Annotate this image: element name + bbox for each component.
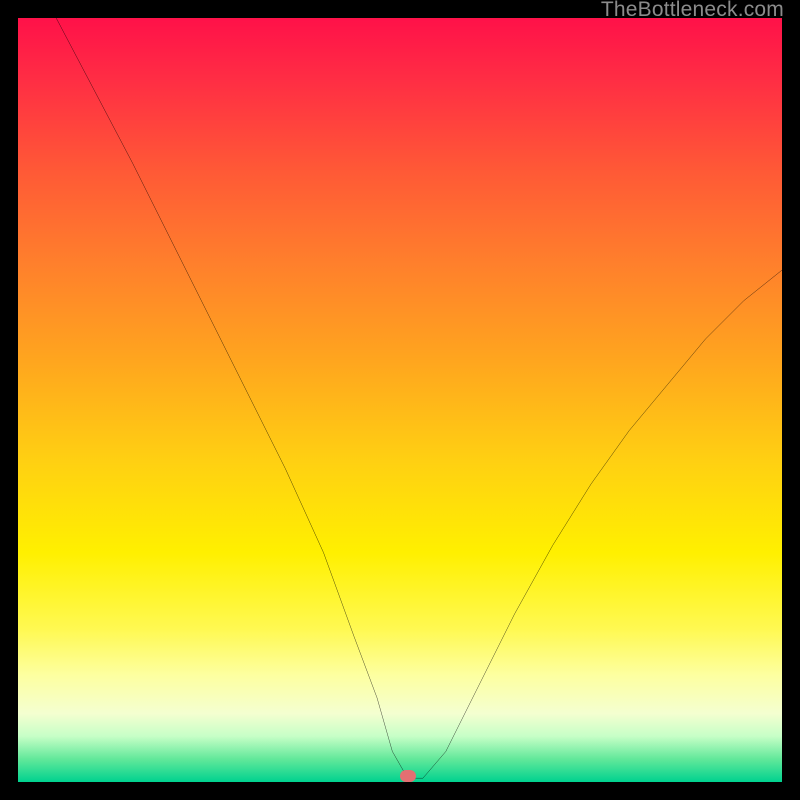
watermark-text: TheBottleneck.com [601, 0, 784, 22]
current-point-marker [400, 770, 416, 782]
curve-layer [18, 18, 782, 782]
chart-container: TheBottleneck.com [0, 0, 800, 800]
bottleneck-curve [56, 18, 782, 778]
